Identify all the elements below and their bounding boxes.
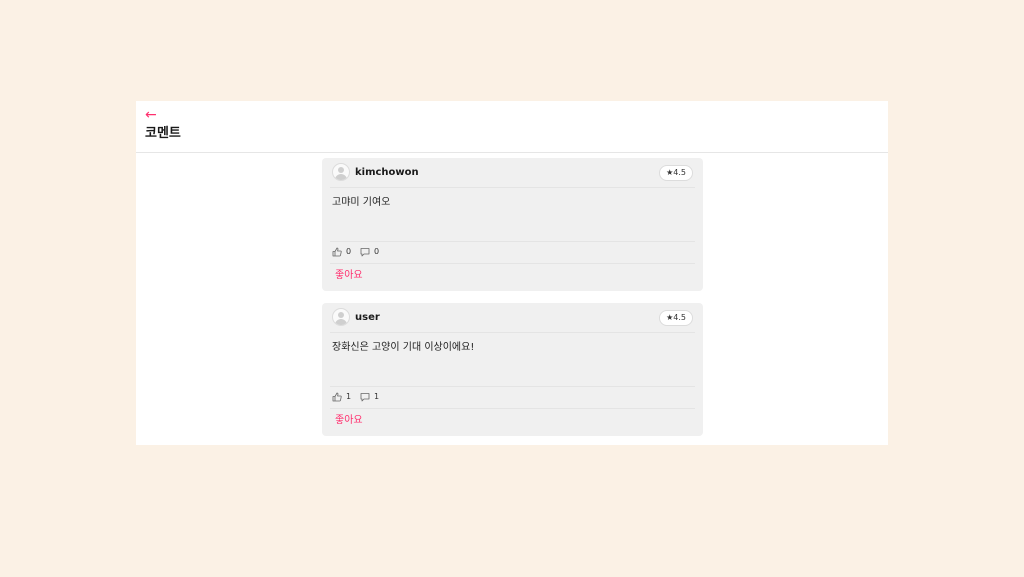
like-count: 1: [346, 392, 352, 401]
comment-card: kimchowon ★4.5 고먀미 기여오 0 0 좋아요: [322, 158, 703, 291]
like-button[interactable]: 좋아요: [335, 414, 363, 427]
page-header: ← 코멘트: [136, 101, 888, 153]
reply-count: 0: [374, 247, 380, 256]
comment-text: 고먀미 기여오: [332, 197, 391, 208]
like-count: 0: [346, 247, 352, 256]
back-arrow-icon[interactable]: ←: [145, 107, 157, 123]
thumbs-up-icon: [332, 392, 342, 402]
comment-bubble-icon: [360, 393, 370, 402]
page-title: 코멘트: [145, 126, 181, 141]
avatar-icon: [332, 308, 350, 326]
like-button[interactable]: 좋아요: [335, 269, 363, 282]
comment-stats: 0 0: [330, 241, 695, 264]
comment-username[interactable]: kimchowon: [355, 166, 419, 179]
comments-panel: ← 코멘트 kimchowon ★4.5 고먀미 기여오 0 0 좋아요 use…: [136, 101, 888, 445]
comment-card: user ★4.5 장화신은 고양이 기대 이상이에요! 1 1 좋아요: [322, 303, 703, 436]
rating-badge: ★4.5: [659, 165, 693, 181]
comment-header: kimchowon ★4.5: [330, 158, 695, 188]
comment-bubble-icon: [360, 248, 370, 257]
comment-username[interactable]: user: [355, 311, 380, 324]
avatar-icon: [332, 163, 350, 181]
comment-stats: 1 1: [330, 386, 695, 409]
rating-badge: ★4.5: [659, 310, 693, 326]
comment-text: 장화신은 고양이 기대 이상이에요!: [332, 342, 475, 353]
comment-header: user ★4.5: [330, 303, 695, 333]
thumbs-up-icon: [332, 247, 342, 257]
reply-count: 1: [374, 392, 380, 401]
